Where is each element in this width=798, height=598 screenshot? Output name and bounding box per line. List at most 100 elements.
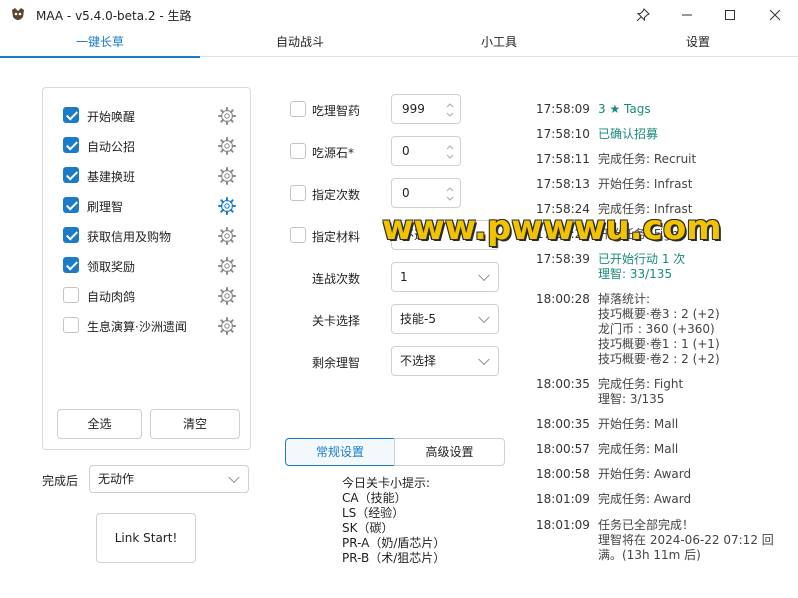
task-item[interactable]: 自动肉鸽 [63,285,243,307]
log-time: 18:00:35 [536,377,590,391]
window-title: MAA - v5.4.0-beta.2 - 生路 [36,9,192,23]
log-message: 3 ★ Tags [598,102,651,116]
stone-checkbox[interactable] [290,143,306,159]
close-icon [769,9,781,21]
close-button[interactable] [752,0,798,30]
log-message: 掉落统计: 技巧概要·卷3 : 2 (+2) 龙门币 : 360 (+360) … [598,292,720,366]
task-label: 自动公招 [87,140,136,154]
log-message: 完成任务: Recruit [598,152,697,166]
log-time: 18:00:35 [536,417,590,431]
stage-tips: 今日关卡小提示: CA（技能） LS（经验） SK（碳） PR-A（奶/盾芯片）… [342,476,445,566]
minimize-button[interactable] [664,0,710,30]
gear-icon[interactable] [218,107,236,125]
log-message: 已确认招募 [598,127,659,141]
maximize-icon [725,10,735,20]
task-checkbox[interactable] [63,287,79,303]
remaining-value: 不选择 [400,354,437,368]
task-checkbox[interactable] [63,137,79,153]
gear-icon[interactable] [218,197,236,215]
gear-icon[interactable] [218,227,236,245]
task-item[interactable]: 刷理智 [63,195,243,217]
medicine-checkbox[interactable] [290,101,306,117]
log-message: 开始任务: Award [598,467,692,481]
gear-icon[interactable] [218,137,236,155]
task-item[interactable]: 开始唤醒 [63,105,243,127]
gear-icon[interactable] [218,317,236,335]
material-checkbox[interactable] [290,227,306,243]
task-checkbox[interactable] [63,107,79,123]
log-time: 17:58:11 [536,152,590,166]
medicine-stepper[interactable]: 999 [391,94,461,124]
gear-icon[interactable] [218,257,236,275]
log-time: 18:01:09 [536,492,590,506]
log-time: 18:01:09 [536,518,590,532]
log-time: 18:00:28 [536,292,590,306]
task-item[interactable]: 基建换班 [63,165,243,187]
task-checkbox[interactable] [63,317,79,333]
task-checkbox[interactable] [63,167,79,183]
task-item[interactable]: 获取信用及购物 [63,225,243,247]
stone-stepper[interactable]: 0 [391,136,461,166]
tip-line: PR-B（术/狙芯片） [342,551,446,565]
tab-general-settings[interactable]: 常规设置 [285,438,395,466]
stepper-arrows-icon[interactable] [446,143,454,161]
select-all-button[interactable]: 全选 [57,409,142,439]
times-label: 指定次数 [312,188,361,202]
clear-button[interactable]: 清空 [150,409,240,439]
tab-auto-battle[interactable]: 自动战斗 [200,30,400,57]
pin-button[interactable] [620,0,666,30]
task-checkbox[interactable] [63,197,79,213]
series-label: 连战次数 [311,272,360,286]
after-complete-value: 无动作 [98,472,135,486]
times-checkbox[interactable] [290,185,306,201]
maximize-button[interactable] [707,0,753,30]
chevron-down-icon [478,353,490,366]
stepper-arrows-icon[interactable] [446,101,454,119]
stage-select[interactable]: 技能-5 [391,304,499,334]
after-complete-select[interactable]: 无动作 [89,465,249,493]
task-label: 获取信用及购物 [87,230,172,244]
link-start-button[interactable]: Link Start! [96,513,196,563]
tips-title: 今日关卡小提示: [342,476,431,490]
series-value: 1 [400,270,408,284]
remaining-label: 剩余理智 [311,356,360,370]
gear-icon[interactable] [218,167,236,185]
gear-icon[interactable] [218,287,236,305]
tip-line: SK（碳） [342,521,394,535]
tab-tools[interactable]: 小工具 [399,30,599,57]
log-time: 18:00:57 [536,442,590,456]
title-bar: MAA - v5.4.0-beta.2 - 生路 [0,0,798,30]
pin-icon [636,8,650,22]
task-item[interactable]: 自动公招 [63,135,243,157]
tab-advanced-settings[interactable]: 高级设置 [394,438,505,466]
tip-line: CA（技能） [342,491,407,505]
task-item[interactable]: 生息演算·沙洲遗闻 [63,315,243,337]
app-logo-icon [12,8,24,20]
task-item[interactable]: 领取奖励 [63,255,243,277]
log-time: 17:58:39 [536,252,590,266]
series-select[interactable]: 1 [391,262,499,292]
tip-line: LS（经验） [342,506,405,520]
stone-label: 吃源石* [312,146,355,160]
remaining-select[interactable]: 不选择 [391,346,499,376]
log-panel[interactable]: 17:58:09 3 ★ Tags 17:58:10 已确认招募 17:58:11 完成任… [520,80,790,590]
main-tabs: 一键长草 自动战斗 小工具 设置 [0,30,798,58]
tab-settings[interactable]: 设置 [598,30,798,57]
times-value: 0 [402,186,410,200]
maa-window: MAA - v5.4.0-beta.2 - 生路 一键长草 自动战斗 小工具 设… [0,0,798,598]
task-label: 自动肉鸽 [87,290,136,304]
task-checkbox[interactable] [63,257,79,273]
watermark: www.pwwwu.com [382,208,722,248]
stepper-arrows-icon[interactable] [446,185,454,203]
task-list-panel: 开始唤醒 自动公招 基建换班 刷理智 获取信用及购物 领取奖励 自动肉鸽 生息演算·沙洲遗闻 … [42,87,251,450]
times-option: 指定次数 0 [290,178,470,208]
times-stepper[interactable]: 0 [391,178,461,208]
log-message: 已开始行动 1 次 理智: 33/135 [598,252,686,281]
material-label: 指定材料 [312,230,361,244]
medicine-value: 999 [402,102,425,116]
tab-one-key[interactable]: 一键长草 [0,30,200,58]
stage-label: 关卡选择 [311,314,360,328]
task-checkbox[interactable] [63,227,79,243]
medicine-option: 吃理智药 999 [290,94,470,124]
task-label: 刷理智 [87,200,124,214]
